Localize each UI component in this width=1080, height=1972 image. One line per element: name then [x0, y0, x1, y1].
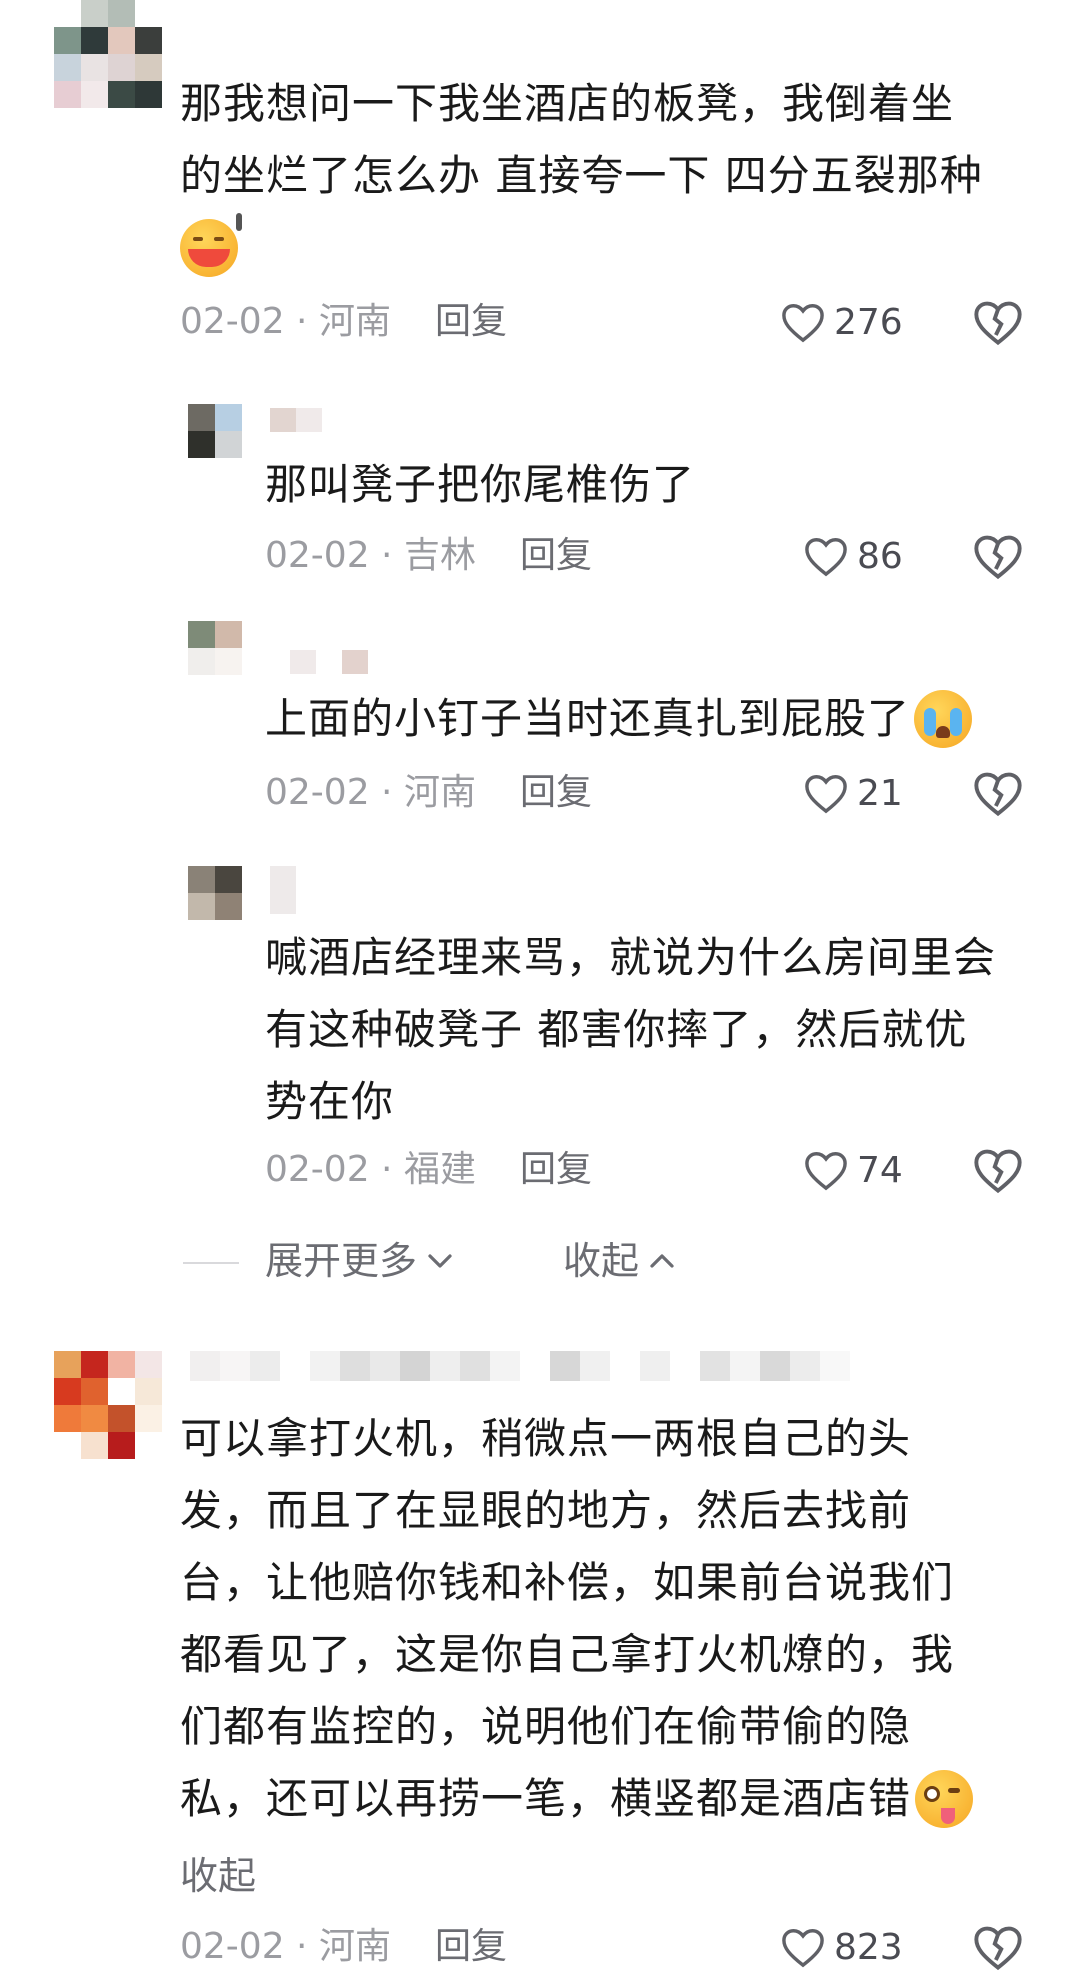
- reply-date-location: 02-02 · 河南: [265, 772, 476, 813]
- reply-button[interactable]: 回复: [520, 1145, 592, 1195]
- reply-line: 上面的小钉子当时还真扎到屁股了: [265, 694, 911, 743]
- reply-text: 那叫凳子把你尾椎伤了: [265, 449, 1055, 521]
- collapse-button[interactable]: 收起: [563, 1233, 677, 1289]
- avatar[interactable]: [188, 866, 242, 920]
- broken-heart-icon[interactable]: [972, 1922, 1024, 1972]
- like-count: 823: [834, 1926, 903, 1968]
- comment-line: 们都有监控的，说明他们在偷带偷的隐: [180, 1702, 912, 1751]
- broken-heart-icon[interactable]: [972, 297, 1024, 347]
- reply-line: 势在你: [265, 1077, 395, 1126]
- avatar[interactable]: [54, 1351, 162, 1459]
- reply-date-location: 02-02 · 福建: [265, 1149, 476, 1190]
- reply-button[interactable]: 回复: [520, 768, 592, 818]
- comment-text: 可以拿打火机，稍微点一两根自己的头 发，而且了在显眼的地方，然后去找前 台，让他…: [180, 1403, 1040, 1835]
- broken-heart-icon[interactable]: [972, 1145, 1024, 1195]
- crying-emoji: [914, 690, 973, 748]
- collapse-label: 收起: [563, 1239, 640, 1283]
- avatar[interactable]: [188, 404, 242, 458]
- like-button[interactable]: 276: [780, 297, 903, 347]
- reply-date-location: 02-02 · 吉林: [265, 535, 476, 576]
- divider: [183, 1262, 239, 1264]
- like-count: 276: [834, 301, 903, 343]
- broken-heart-icon[interactable]: [972, 531, 1024, 581]
- broken-heart-icon[interactable]: [972, 768, 1024, 818]
- heart-icon: [805, 775, 847, 814]
- chevron-down-icon: [428, 1254, 452, 1268]
- like-button[interactable]: 74: [803, 1145, 903, 1195]
- username[interactable]: [190, 1351, 850, 1381]
- heart-icon: [805, 538, 847, 577]
- heart-icon: [782, 1929, 824, 1968]
- username[interactable]: [270, 408, 322, 432]
- reply-text: 喊酒店经理来骂，就说为什么房间里会 有这种破凳子 都害你摔了，然后就优 势在你: [265, 922, 1055, 1138]
- heart-icon: [782, 304, 824, 343]
- comment-line: 都看见了，这是你自己拿打火机燎的，我: [180, 1630, 955, 1679]
- like-count: 74: [857, 1149, 903, 1191]
- reply-line: 那叫凳子把你尾椎伤了: [265, 460, 696, 509]
- comment-line: 那我想问一下我坐酒店的板凳，我倒着坐: [180, 79, 955, 128]
- like-button[interactable]: 21: [803, 768, 903, 818]
- heart-icon: [805, 1152, 847, 1191]
- username[interactable]: [270, 866, 296, 914]
- like-count: 21: [857, 772, 903, 814]
- like-count: 86: [857, 535, 903, 577]
- reply-text: 上面的小钉子当时还真扎到屁股了: [265, 683, 1055, 755]
- comment-line: 发，而且了在显眼的地方，然后去找前: [180, 1486, 912, 1535]
- comment-date-location: 02-02 · 河南: [180, 1926, 391, 1967]
- expand-more-label: 展开更多: [265, 1239, 418, 1283]
- like-button[interactable]: 823: [780, 1922, 903, 1972]
- reply-button[interactable]: 回复: [435, 297, 507, 347]
- like-button[interactable]: 86: [803, 531, 903, 581]
- comment-text: 那我想问一下我坐酒店的板凳，我倒着坐 的坐烂了怎么办 直接夸一下 四分五裂那种: [180, 68, 1040, 284]
- expand-more-button[interactable]: 展开更多: [265, 1233, 455, 1289]
- comment-line: 私，还可以再捞一笔，横竖都是酒店错: [180, 1774, 912, 1823]
- comment-line: 的坐烂了怎么办 直接夸一下 四分五裂那种: [180, 151, 983, 200]
- reply-line: 有这种破凳子 都害你摔了，然后就优: [265, 1005, 968, 1054]
- avatar[interactable]: [54, 0, 162, 108]
- reply-button[interactable]: 回复: [435, 1922, 507, 1972]
- woozy-tongue-emoji: [915, 1770, 974, 1828]
- chevron-up-icon: [650, 1254, 674, 1268]
- grinning-sweat-emoji: [180, 213, 242, 277]
- comment-line: 可以拿打火机，稍微点一两根自己的头: [180, 1414, 912, 1463]
- reply-button[interactable]: 回复: [520, 531, 592, 581]
- comment-line: 台，让他赔你钱和补偿，如果前台说我们: [180, 1558, 955, 1607]
- username[interactable]: [290, 650, 368, 674]
- comment-date-location: 02-02 · 河南: [180, 301, 391, 342]
- avatar[interactable]: [188, 621, 242, 675]
- collapse-comment-button[interactable]: 收起: [180, 1848, 256, 1904]
- reply-line: 喊酒店经理来骂，就说为什么房间里会: [265, 933, 997, 982]
